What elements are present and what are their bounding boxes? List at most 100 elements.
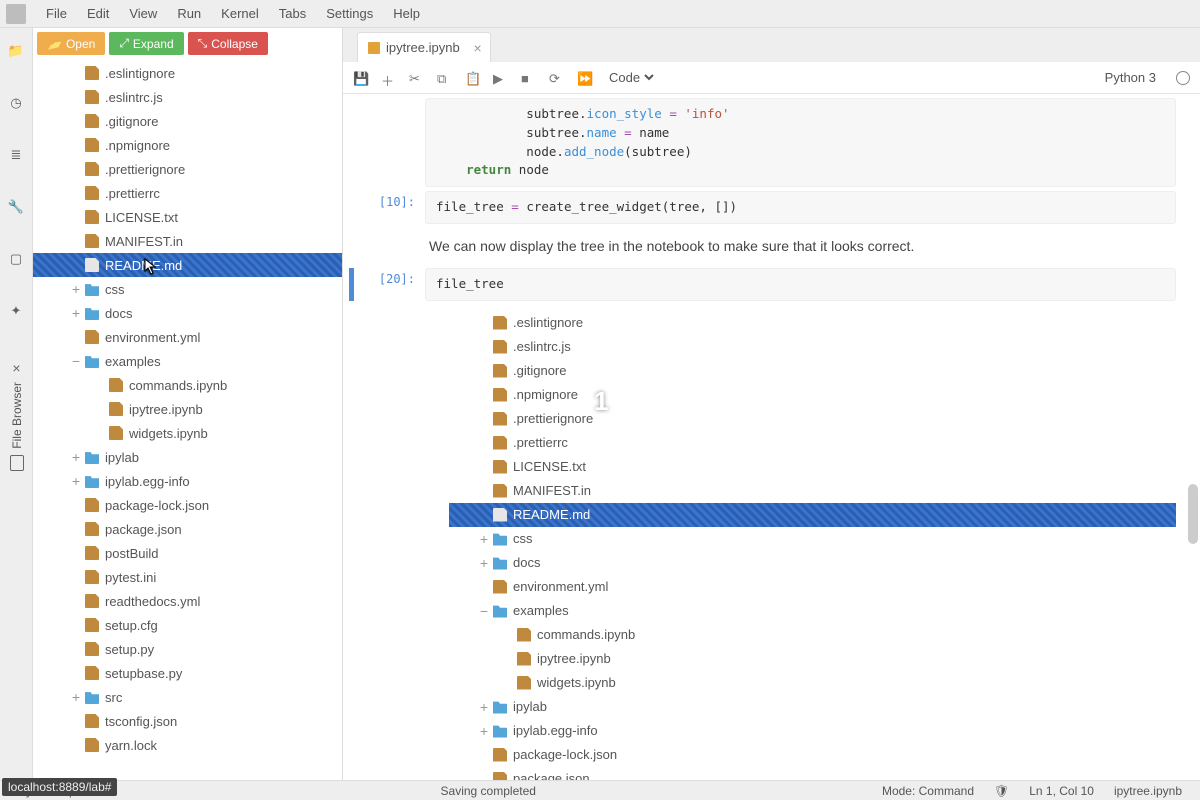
code-cell-20[interactable]: [20]: file_tree <box>355 268 1176 301</box>
collapsed-panel-tab[interactable]: × File Browser <box>0 360 33 480</box>
build-icon[interactable]: 🔧 <box>7 198 25 216</box>
markdown-cell[interactable]: We can now display the tree in the noteb… <box>355 228 1176 264</box>
toggle-icon[interactable]: + <box>67 473 85 489</box>
tree-file-package-json[interactable]: package.json <box>449 767 1176 781</box>
tree-file-commands-ipynb[interactable]: commands.ipynb <box>33 373 342 397</box>
copy-icon[interactable]: ⧉ <box>437 71 451 85</box>
cut-icon[interactable]: ✂ <box>409 71 423 85</box>
scrollbar[interactable] <box>1188 184 1198 772</box>
tree-folder-examples[interactable]: −examples <box>33 349 342 373</box>
close-icon[interactable]: × <box>12 360 20 376</box>
tree-file-README-md[interactable]: README.md <box>33 253 342 277</box>
code-content[interactable]: subtree.icon_style = 'info' subtree.name… <box>425 98 1176 187</box>
tree-file-tsconfig-json[interactable]: tsconfig.json <box>33 709 342 733</box>
menu-view[interactable]: View <box>119 2 167 25</box>
toggle-icon[interactable]: + <box>475 555 493 571</box>
tree-folder-docs[interactable]: +docs <box>449 551 1176 575</box>
menu-help[interactable]: Help <box>383 2 430 25</box>
tree-folder-ipylab-egg-info[interactable]: +ipylab.egg-info <box>33 469 342 493</box>
toggle-icon[interactable]: + <box>475 723 493 739</box>
tree-folder-ipylab-egg-info[interactable]: +ipylab.egg-info <box>449 719 1176 743</box>
tree-file-LICENSE-txt[interactable]: LICENSE.txt <box>33 205 342 229</box>
run-icon[interactable]: ▶ <box>493 71 507 85</box>
toggle-icon[interactable]: + <box>67 281 85 297</box>
status-shield-icon[interactable]: 🛡 <box>984 784 1019 798</box>
toggle-icon[interactable]: − <box>67 353 85 369</box>
tree-folder-css[interactable]: +css <box>449 527 1176 551</box>
restart-icon[interactable]: ⟳ <box>549 71 563 85</box>
tree-file--eslintignore[interactable]: .eslintignore <box>449 311 1176 335</box>
tree-file-readthedocs-yml[interactable]: readthedocs.yml <box>33 589 342 613</box>
tree-file-postBuild[interactable]: postBuild <box>33 541 342 565</box>
code-content[interactable]: file_tree = create_tree_widget(tree, []) <box>425 191 1176 224</box>
tree-file--eslintrc-js[interactable]: .eslintrc.js <box>449 335 1176 359</box>
add-cell-icon[interactable]: ＋ <box>381 71 395 85</box>
tree-file-widgets-ipynb[interactable]: widgets.ipynb <box>449 671 1176 695</box>
tree-file--prettierignore[interactable]: .prettierignore <box>449 407 1176 431</box>
toggle-icon[interactable]: + <box>67 689 85 705</box>
menu-kernel[interactable]: Kernel <box>211 2 269 25</box>
tree-file-commands-ipynb[interactable]: commands.ipynb <box>449 623 1176 647</box>
tree-file-widgets-ipynb[interactable]: widgets.ipynb <box>33 421 342 445</box>
tree-file--eslintrc-js[interactable]: .eslintrc.js <box>33 85 342 109</box>
save-icon[interactable]: 💾 <box>353 71 367 85</box>
expand-button[interactable]: ⤢ Expand <box>109 32 183 55</box>
tree-file--npmignore[interactable]: .npmignore <box>449 383 1176 407</box>
toggle-icon[interactable]: + <box>475 699 493 715</box>
status-lncol[interactable]: Ln 1, Col 10 <box>1019 784 1104 798</box>
tree-file--prettierrc[interactable]: .prettierrc <box>33 181 342 205</box>
tree-file--eslintignore[interactable]: .eslintignore <box>33 61 342 85</box>
tree-file--prettierignore[interactable]: .prettierignore <box>33 157 342 181</box>
tree-file-setup-py[interactable]: setup.py <box>33 637 342 661</box>
stop-icon[interactable]: ■ <box>521 71 535 85</box>
notebook-body[interactable]: subtree.icon_style = 'info' subtree.name… <box>343 94 1200 780</box>
tree-folder-src[interactable]: +src <box>33 685 342 709</box>
output-tree-widget[interactable]: .eslintignore.eslintrc.js.gitignore.npmi… <box>425 305 1176 781</box>
tree-file-pytest-ini[interactable]: pytest.ini <box>33 565 342 589</box>
kernel-name[interactable]: Python 3 <box>1105 70 1156 85</box>
toggle-icon[interactable]: + <box>67 449 85 465</box>
open-button[interactable]: 📂 Open <box>37 32 105 55</box>
collapse-button[interactable]: ⤡ Collapse <box>188 32 268 55</box>
celltype-select[interactable]: Code <box>605 69 657 86</box>
tree-file-package-json[interactable]: package.json <box>33 517 342 541</box>
tree-file--gitignore[interactable]: .gitignore <box>449 359 1176 383</box>
tree-file-LICENSE-txt[interactable]: LICENSE.txt <box>449 455 1176 479</box>
notebook-tab[interactable]: ipytree.ipynb × <box>357 32 491 62</box>
menu-edit[interactable]: Edit <box>77 2 119 25</box>
tree-file-setup-cfg[interactable]: setup.cfg <box>33 613 342 637</box>
status-mode[interactable]: Mode: Command <box>872 784 984 798</box>
scrollbar-thumb[interactable] <box>1188 484 1198 544</box>
tree-file--npmignore[interactable]: .npmignore <box>33 133 342 157</box>
tree-file-MANIFEST-in[interactable]: MANIFEST.in <box>33 229 342 253</box>
extension-icon[interactable]: ✦ <box>7 302 25 320</box>
tree-folder-examples[interactable]: −examples <box>449 599 1176 623</box>
fastforward-icon[interactable]: ⏩ <box>577 71 591 85</box>
menu-settings[interactable]: Settings <box>316 2 383 25</box>
file-tree[interactable]: .eslintignore.eslintrc.js.gitignore.npmi… <box>33 59 342 780</box>
folder-icon[interactable]: 📁 <box>7 42 25 60</box>
git-icon[interactable]: ◷ <box>7 94 25 112</box>
tree-file-ipytree-ipynb[interactable]: ipytree.ipynb <box>33 397 342 421</box>
toggle-icon[interactable]: + <box>67 305 85 321</box>
tree-file-setupbase-py[interactable]: setupbase.py <box>33 661 342 685</box>
tree-file-MANIFEST-in[interactable]: MANIFEST.in <box>449 479 1176 503</box>
tree-file--gitignore[interactable]: .gitignore <box>33 109 342 133</box>
tree-folder-docs[interactable]: +docs <box>33 301 342 325</box>
tree-folder-css[interactable]: +css <box>33 277 342 301</box>
menu-tabs[interactable]: Tabs <box>269 2 316 25</box>
toc-icon[interactable]: ≣ <box>7 146 25 164</box>
tree-folder-ipylab[interactable]: +ipylab <box>33 445 342 469</box>
toggle-icon[interactable]: − <box>475 603 493 619</box>
sessions-icon[interactable]: ▢ <box>7 250 25 268</box>
close-tab-icon[interactable]: × <box>474 40 482 56</box>
tree-file-yarn-lock[interactable]: yarn.lock <box>33 733 342 757</box>
menu-run[interactable]: Run <box>167 2 211 25</box>
code-content[interactable]: file_tree <box>425 268 1176 301</box>
tree-file-README-md[interactable]: README.md <box>449 503 1176 527</box>
code-cell-partial[interactable]: subtree.icon_style = 'info' subtree.name… <box>355 98 1176 187</box>
toggle-icon[interactable]: + <box>475 531 493 547</box>
tree-file-package-lock-json[interactable]: package-lock.json <box>449 743 1176 767</box>
code-cell-10[interactable]: [10]: file_tree = create_tree_widget(tre… <box>355 191 1176 224</box>
tree-file--prettierrc[interactable]: .prettierrc <box>449 431 1176 455</box>
